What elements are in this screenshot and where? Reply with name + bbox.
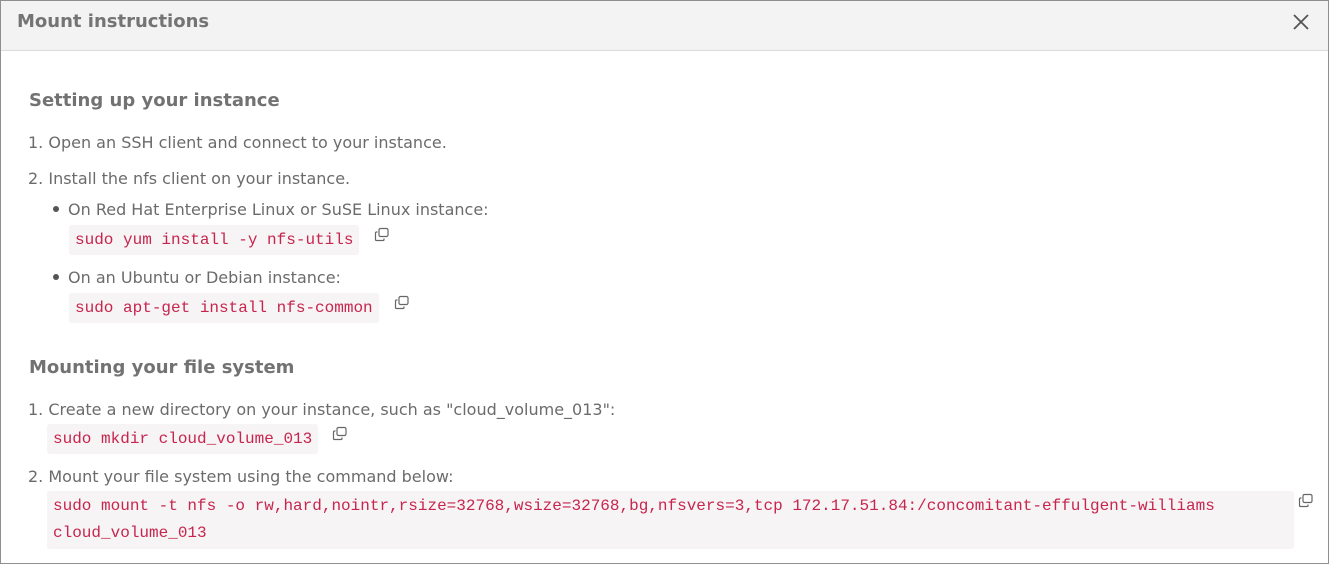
mounting-step-1: 1. Create a new directory on your instan… [28, 400, 616, 419]
copy-icon[interactable] [332, 426, 348, 442]
setup-heading: Setting up your instance [29, 90, 280, 111]
setup-step-1: 1. Open an SSH client and connect to you… [28, 133, 447, 152]
bullet-dot [53, 273, 59, 280]
copy-icon[interactable] [374, 227, 390, 243]
code-mkdir: sudo mkdir cloud_volume_013 [47, 424, 319, 454]
mounting-heading: Mounting your file system [29, 357, 295, 378]
bullet-rhel: On Red Hat Enterprise Linux or SuSE Linu… [53, 200, 489, 219]
setup-step-2: 2. Install the nfs client on your instan… [28, 169, 351, 188]
bullet-dot [53, 205, 59, 212]
code-mount-command: sudo mount -t nfs -o rw,hard,nointr,rsiz… [47, 491, 1294, 549]
copy-icon[interactable] [394, 295, 410, 311]
dialog-title: Mount instructions [17, 11, 210, 32]
close-icon[interactable] [1290, 11, 1312, 33]
copy-icon[interactable] [1298, 493, 1314, 509]
bullet-rhel-label: On Red Hat Enterprise Linux or SuSE Linu… [68, 200, 489, 219]
bullet-ubuntu: On an Ubuntu or Debian instance: [53, 268, 341, 287]
mounting-step-2: 2. Mount your file system using the comm… [28, 467, 454, 486]
code-yum-install: sudo yum install -y nfs-utils [69, 225, 360, 255]
dialog-header: Mount instructions [1, 1, 1328, 51]
code-apt-install: sudo apt-get install nfs-common [69, 293, 379, 323]
mount-instructions-dialog: Mount instructions Setting up your insta… [0, 0, 1329, 564]
bullet-ubuntu-label: On an Ubuntu or Debian instance: [68, 268, 341, 287]
